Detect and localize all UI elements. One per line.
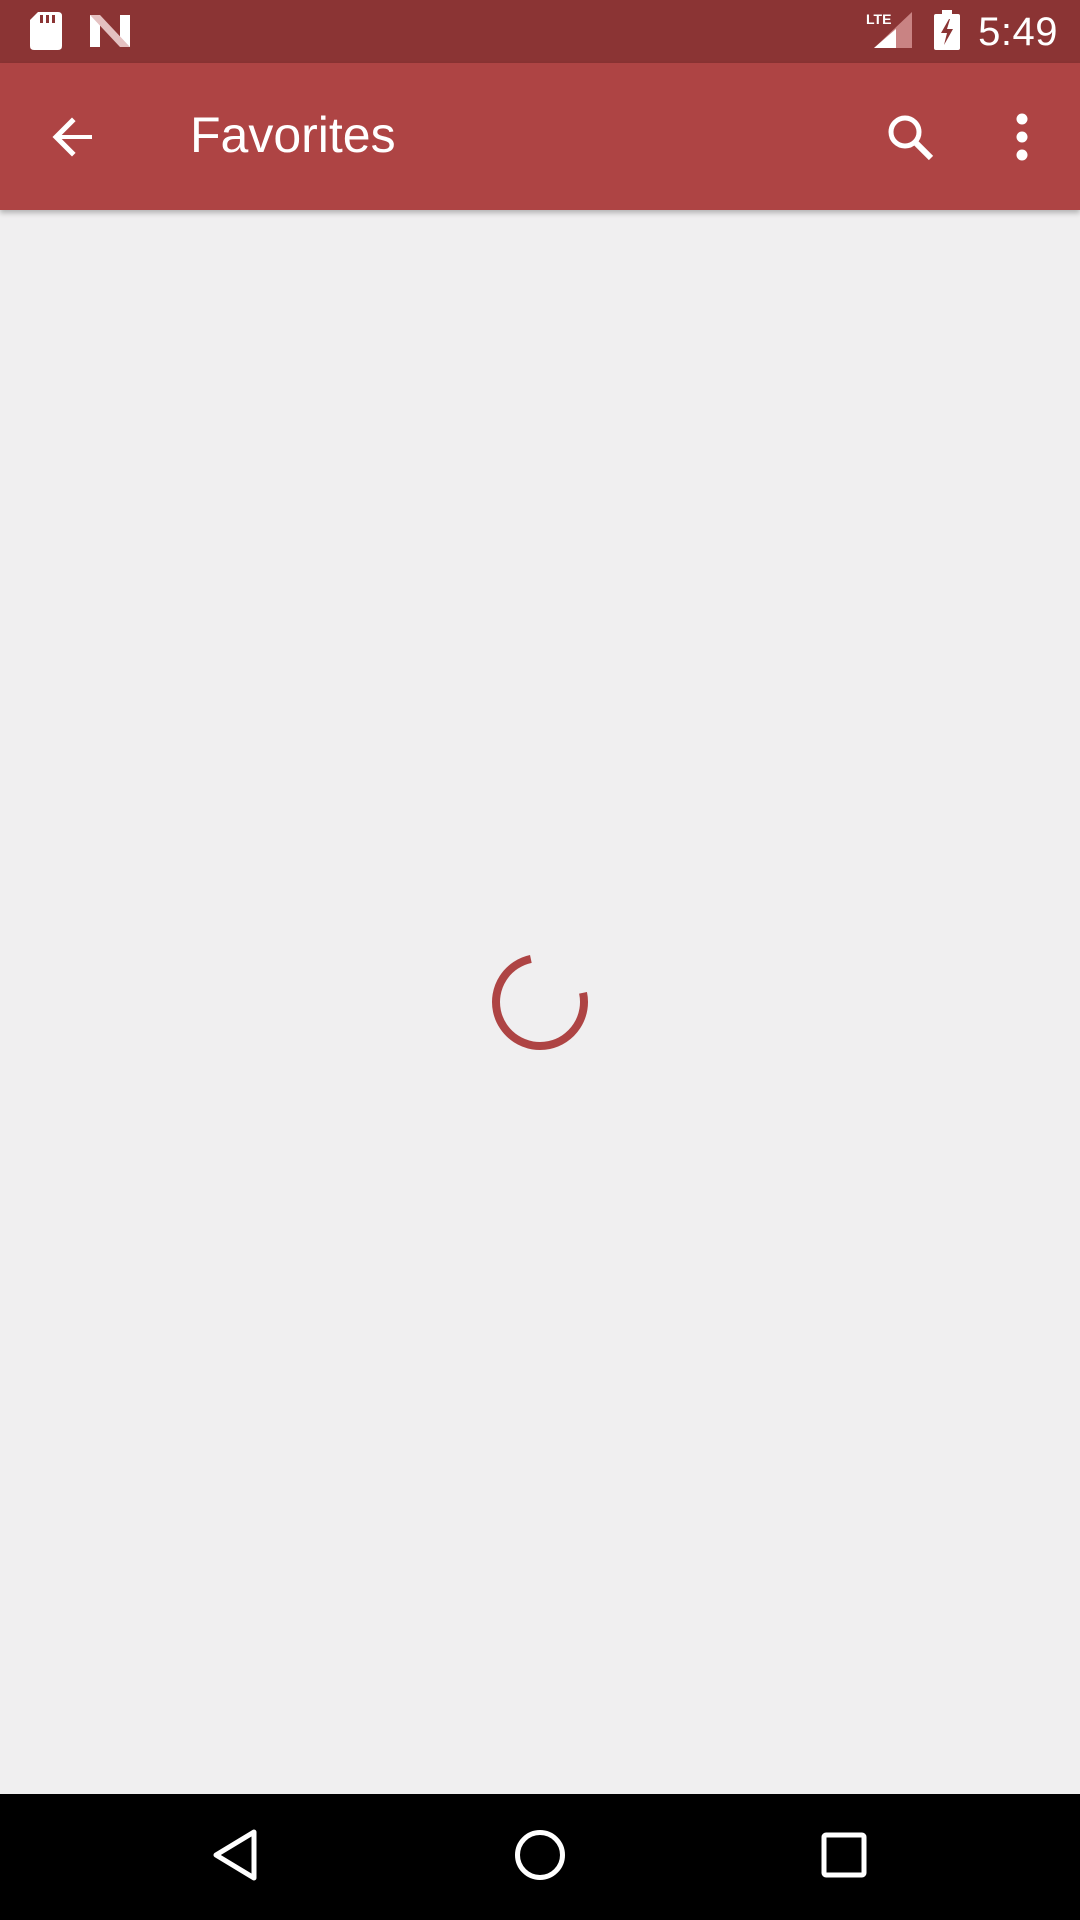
nav-back-button[interactable] [196,1817,276,1897]
lte-signal-icon: LTE [866,10,916,55]
progress-spinner-icon [486,948,594,1056]
navigation-bar [0,1794,1080,1920]
search-icon [885,112,935,167]
nav-home-button[interactable] [500,1817,580,1897]
home-circle-icon [514,1829,566,1886]
more-options-button[interactable] [980,97,1064,181]
arrow-back-icon [48,113,96,166]
back-triangle-icon [212,1829,260,1886]
sd-card-icon [30,12,62,55]
status-system: LTE 5:49 [866,6,1058,58]
app-bar: Favorites [0,63,1080,210]
back-button[interactable] [30,97,114,181]
screen: LTE 5:49 Favorites [0,0,1080,1920]
search-button[interactable] [868,97,952,181]
n-logo-icon [90,15,130,52]
page-title: Favorites [190,107,396,163]
recents-square-icon [821,1832,867,1883]
battery-charging-icon [934,9,961,55]
status-time: 5:49 [978,9,1058,54]
nav-recents-button[interactable] [804,1817,884,1897]
svg-text:LTE: LTE [866,11,891,27]
status-notifications [30,12,130,55]
more-vert-icon [1015,113,1029,166]
status-bar: LTE 5:49 [0,0,1080,63]
